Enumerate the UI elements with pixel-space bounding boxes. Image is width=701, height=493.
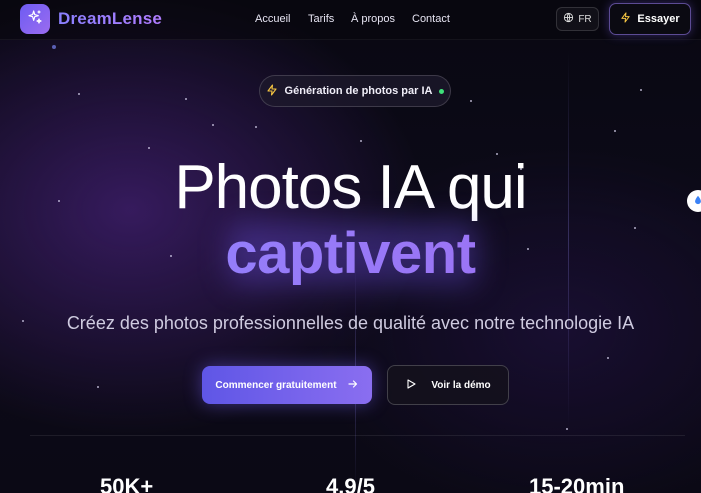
- badge-text: Génération de photos par IA: [284, 85, 433, 97]
- section-divider: [30, 435, 685, 436]
- hero-title-highlight: captivent: [0, 218, 701, 290]
- sparkles-icon: [27, 9, 43, 30]
- lightning-icon: [620, 12, 631, 26]
- nav-link-tarifs[interactable]: Tarifs: [308, 13, 334, 25]
- nav-link-accueil[interactable]: Accueil: [255, 13, 290, 25]
- stat-duration: 15-20min: [529, 474, 625, 493]
- language-switcher[interactable]: FR: [556, 7, 599, 31]
- try-button-label: Essayer: [637, 13, 680, 25]
- watch-demo-label: Voir la démo: [431, 379, 491, 391]
- brand-name[interactable]: DreamLense: [58, 9, 162, 29]
- arrow-right-icon: [347, 378, 359, 393]
- hero-subtitle: Créez des photos professionnelles de qua…: [66, 313, 635, 333]
- stat-users: 50K+: [100, 474, 154, 493]
- top-navbar: DreamLense Accueil Tarifs À propos Conta…: [0, 0, 701, 40]
- language-label: FR: [578, 13, 592, 25]
- stat-rating: 4.9/5: [326, 474, 375, 493]
- play-icon: [405, 378, 417, 393]
- nav-link-a-propos[interactable]: À propos: [351, 13, 395, 25]
- logo-mark[interactable]: [20, 4, 50, 34]
- status-dot: [439, 88, 445, 94]
- nav-link-contact[interactable]: Contact: [412, 13, 450, 25]
- start-free-label: Commencer gratuitement: [215, 379, 337, 391]
- try-button[interactable]: Essayer: [609, 3, 691, 35]
- watch-demo-button[interactable]: Voir la démo: [387, 365, 509, 405]
- start-free-button[interactable]: Commencer gratuitement: [202, 366, 372, 404]
- globe-icon: [563, 12, 574, 26]
- droplet-icon: [693, 192, 701, 210]
- lightning-icon: [266, 83, 278, 99]
- hero-title: Photos IA qui: [174, 153, 527, 222]
- feature-badge: Génération de photos par IA: [259, 75, 451, 107]
